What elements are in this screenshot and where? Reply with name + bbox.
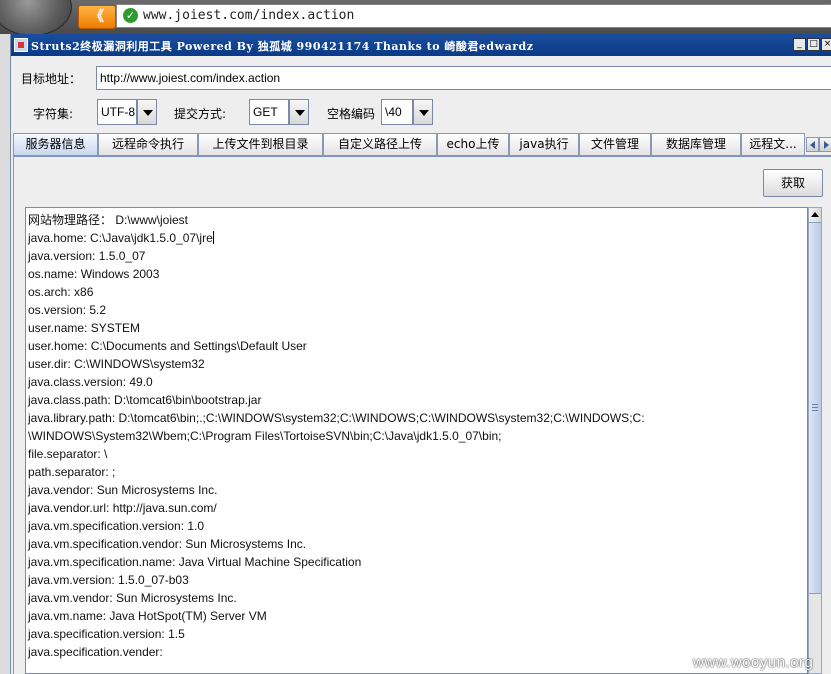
output-line: java.vm.name: Java HotSpot(TM) Server VM <box>28 609 267 623</box>
tab-upload-to-root[interactable]: 上传文件到根目录 <box>198 133 323 155</box>
output-line: java.vm.specification.name: Java Virtual… <box>28 555 362 569</box>
output-line: java.version: 1.5.0_07 <box>28 249 146 263</box>
output-line: java.class.version: 49.0 <box>28 375 153 389</box>
scroll-up-icon[interactable] <box>809 208 821 223</box>
output-line: os.version: 5.2 <box>28 303 107 317</box>
space-encoding-label: 空格编码 <box>327 107 376 121</box>
output-line: user.name: SYSTEM <box>28 321 141 335</box>
tab-scroll-right-icon[interactable] <box>819 137 831 152</box>
tab-database-manager[interactable]: 数据库管理 <box>651 133 741 155</box>
output-line: os.name: Windows 2003 <box>28 267 160 281</box>
output-line: java.class.path: D:\tomcat6\bin\bootstra… <box>28 393 262 407</box>
tab-echo-upload[interactable]: echo上传 <box>437 133 509 155</box>
output-line: java.home: C:\Java\jdk1.5.0_07\jre <box>28 231 214 245</box>
window-titlebar[interactable]: Struts2终极漏洞利用工具 Powered By 独孤城 990421174… <box>11 34 831 56</box>
output-line: \WINDOWS\System32\Wbem;C:\Program Files\… <box>28 429 502 443</box>
close-button[interactable]: × <box>821 38 831 51</box>
window-title: Struts2终极漏洞利用工具 Powered By 独孤城 990421174… <box>31 40 534 53</box>
method-select[interactable]: GET <box>249 99 309 125</box>
tab-bar: 服务器信息 远程命令执行 上传文件到根目录 自定义路径上传 echo上传 jav… <box>13 133 831 155</box>
charset-label: 字符集: <box>33 107 74 121</box>
method-label: 提交方式: <box>174 107 227 121</box>
text-caret <box>212 231 214 244</box>
tab-java-exec[interactable]: java执行 <box>509 133 579 155</box>
output-line: 网站物理路径： D:\www\joiest <box>28 213 189 227</box>
output-line: path.separator: ; <box>28 465 116 479</box>
app-icon <box>14 38 28 52</box>
charset-select[interactable]: UTF-8 <box>97 99 157 125</box>
space-encoding-dropdown-chevron-icon[interactable] <box>413 99 433 125</box>
output-lines: 网站物理路径： D:\www\joiest java.home: C:\Java\… <box>28 211 645 661</box>
charset-value: UTF-8 <box>97 99 137 125</box>
server-info-output[interactable]: 网站物理路径： D:\www\joiest java.home: C:\Java\… <box>25 207 808 674</box>
minimize-button[interactable]: _ <box>793 38 806 51</box>
output-line: java.vm.specification.version: 1.0 <box>28 519 205 533</box>
browser-menu-orb-icon[interactable] <box>0 0 72 36</box>
output-line: user.home: C:\Documents and Settings\Def… <box>28 339 307 353</box>
output-line: java.vm.version: 1.5.0_07-b03 <box>28 573 189 587</box>
method-dropdown-chevron-icon[interactable] <box>289 99 309 125</box>
space-encoding-select[interactable]: \40 <box>381 99 433 125</box>
maximize-button[interactable]: □ <box>807 38 820 51</box>
tab-scroll-left-icon[interactable] <box>806 137 819 152</box>
space-encoding-value: \40 <box>381 99 413 125</box>
output-line: user.dir: C:\WINDOWS\system32 <box>28 357 205 371</box>
tab-server-info[interactable]: 服务器信息 <box>13 133 98 155</box>
output-line: java.vendor: Sun Microsystems Inc. <box>28 483 218 497</box>
output-line: java.vendor.url: http://java.sun.com/ <box>28 501 217 515</box>
output-line: java.vm.vendor: Sun Microsystems Inc. <box>28 591 237 605</box>
tab-remote-file[interactable]: 远程文... <box>741 133 805 155</box>
secure-check-icon: ✓ <box>123 8 138 23</box>
output-line: java.specification.vender: <box>28 645 163 659</box>
tab-remote-command[interactable]: 远程命令执行 <box>98 133 198 155</box>
tab-custom-path-upload[interactable]: 自定义路径上传 <box>323 133 437 155</box>
address-bar-url[interactable]: www.joiest.com/index.action <box>143 8 354 23</box>
target-url-input[interactable]: http://www.joiest.com/index.action <box>96 66 831 90</box>
fetch-button[interactable]: 获取 <box>763 169 823 197</box>
address-bar[interactable]: ✓ www.joiest.com/index.action <box>116 4 831 28</box>
output-line: os.arch: x86 <box>28 285 94 299</box>
output-line: java.specification.version: 1.5 <box>28 627 185 641</box>
method-value: GET <box>249 99 289 125</box>
browser-toolbar: 《 ✓ www.joiest.com/index.action <box>0 0 831 36</box>
output-line: file.separator: \ <box>28 447 108 461</box>
output-scrollbar[interactable] <box>808 207 822 674</box>
watermark-text: www.wooyun.org <box>693 654 814 671</box>
output-line: java.library.path: D:\tomcat6\bin;.;C:\W… <box>28 411 645 425</box>
tab-file-manager[interactable]: 文件管理 <box>579 133 651 155</box>
scrollbar-thumb[interactable] <box>809 222 821 594</box>
app-window: Struts2终极漏洞利用工具 Powered By 独孤城 990421174… <box>10 34 831 674</box>
output-line: java.vm.specification.vendor: Sun Micros… <box>28 537 307 551</box>
charset-dropdown-chevron-icon[interactable] <box>137 99 157 125</box>
target-url-label: 目标地址： <box>21 72 82 86</box>
back-button[interactable]: 《 <box>78 5 116 29</box>
